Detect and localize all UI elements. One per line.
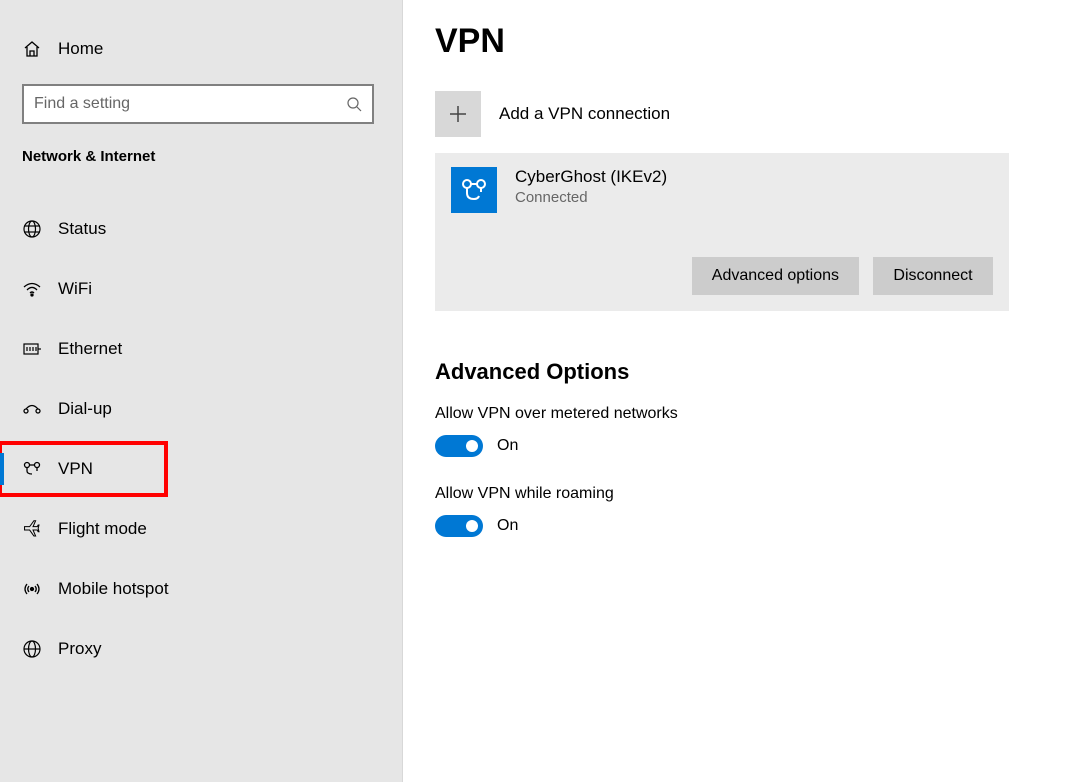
search-input[interactable] [34, 95, 346, 113]
sidebar-home[interactable]: Home [22, 28, 380, 70]
home-label: Home [58, 39, 103, 59]
vpn-connection-card[interactable]: CyberGhost (IKEv2) Connected Advanced op… [435, 153, 1009, 311]
sidebar-item-flightmode[interactable]: Flight mode [0, 503, 402, 555]
page-title: VPN [435, 22, 1046, 61]
sidebar-item-ethernet[interactable]: Ethernet [0, 323, 402, 375]
hotspot-icon [22, 579, 58, 599]
roaming-label: Allow VPN while roaming [435, 485, 1046, 503]
metered-toggle[interactable] [435, 435, 483, 457]
vpn-status: Connected [515, 189, 667, 206]
roaming-toggle[interactable] [435, 515, 483, 537]
sidebar-item-label: Flight mode [58, 519, 147, 539]
disconnect-button[interactable]: Disconnect [873, 257, 993, 295]
add-vpn-label: Add a VPN connection [499, 104, 670, 124]
globe-icon [22, 219, 58, 239]
home-icon [22, 39, 58, 59]
search-icon [346, 96, 362, 112]
sidebar-item-proxy[interactable]: Proxy [0, 623, 402, 675]
vpn-connection-icon [451, 167, 497, 213]
advanced-options-heading: Advanced Options [435, 359, 1046, 385]
wifi-icon [22, 279, 58, 299]
sidebar-nav: Status WiFi Ethernet [0, 203, 402, 675]
main-content: VPN Add a VPN connection CyberGhost (IKE… [403, 0, 1078, 782]
sidebar-item-label: VPN [58, 459, 93, 479]
sidebar-item-label: Status [58, 219, 106, 239]
sidebar-item-label: Dial-up [58, 399, 112, 419]
dialup-icon [22, 399, 58, 419]
sidebar-item-vpn[interactable]: VPN [0, 443, 166, 495]
sidebar-item-label: WiFi [58, 279, 92, 299]
airplane-icon [22, 519, 58, 539]
sidebar-item-wifi[interactable]: WiFi [0, 263, 402, 315]
sidebar-item-hotspot[interactable]: Mobile hotspot [0, 563, 402, 615]
proxy-icon [22, 639, 58, 659]
metered-state: On [497, 437, 518, 455]
sidebar-item-label: Ethernet [58, 339, 122, 359]
sidebar-item-label: Mobile hotspot [58, 579, 169, 599]
sidebar: Home Network & Internet Status [0, 0, 403, 782]
sidebar-item-dialup[interactable]: Dial-up [0, 383, 402, 435]
sidebar-item-status[interactable]: Status [0, 203, 402, 255]
add-vpn-button[interactable]: Add a VPN connection [435, 91, 1046, 137]
advanced-options-button[interactable]: Advanced options [692, 257, 859, 295]
category-header: Network & Internet [22, 148, 380, 165]
ethernet-icon [22, 341, 58, 357]
plus-icon [435, 91, 481, 137]
metered-label: Allow VPN over metered networks [435, 405, 1046, 423]
sidebar-item-label: Proxy [58, 639, 101, 659]
search-input-container[interactable] [22, 84, 374, 124]
vpn-name: CyberGhost (IKEv2) [515, 167, 667, 187]
roaming-state: On [497, 517, 518, 535]
vpn-icon [22, 459, 58, 479]
